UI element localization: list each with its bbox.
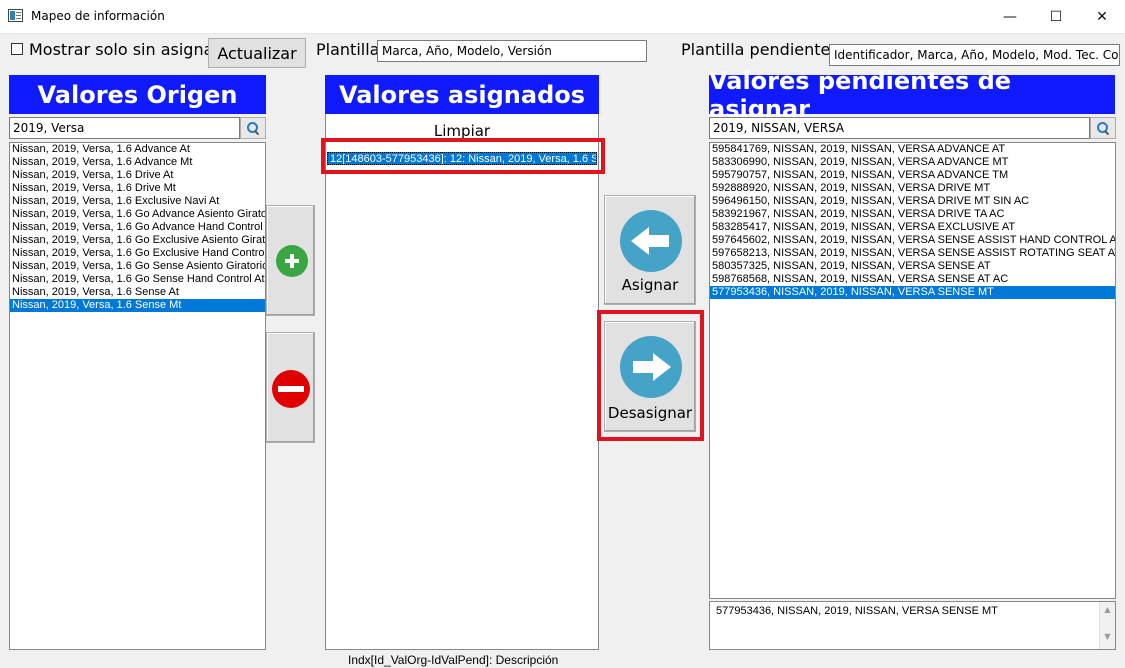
list-item[interactable]: Nissan, 2019, Versa, 1.6 Sense Mt: [10, 299, 265, 312]
list-item[interactable]: Nissan, 2019, Versa, 1.6 Go Sense Asient…: [10, 260, 265, 273]
origin-list[interactable]: Nissan, 2019, Versa, 1.6 Advance At Nissa…: [9, 142, 266, 650]
scroll-up-icon[interactable]: ▲: [1100, 605, 1115, 614]
pending-detail-text: 577953436, NISSAN, 2019, NISSAN, VERSA S…: [716, 605, 998, 617]
maximize-button[interactable]: ☐: [1033, 0, 1079, 34]
arrow-left-icon: [620, 210, 682, 272]
list-item[interactable]: 596496150, NISSAN, 2019, NISSAN, VERSA D…: [710, 195, 1115, 208]
origin-search-input[interactable]: 2019, Versa: [9, 117, 240, 139]
refresh-button[interactable]: Actualizar: [208, 38, 306, 68]
list-item[interactable]: Nissan, 2019, Versa, 1.6 Go Advance Hand…: [10, 221, 265, 234]
scroll-down-icon[interactable]: ▼: [1100, 632, 1115, 641]
pending-detail-box[interactable]: 577953436, NISSAN, 2019, NISSAN, VERSA S…: [709, 601, 1116, 650]
add-button[interactable]: [266, 205, 315, 316]
list-item[interactable]: 595790757, NISSAN, 2019, NISSAN, VERSA A…: [710, 169, 1115, 182]
list-item[interactable]: 583306990, NISSAN, 2019, NISSAN, VERSA A…: [710, 156, 1115, 169]
list-item[interactable]: Nissan, 2019, Versa, 1.6 Advance Mt: [10, 156, 265, 169]
arrow-right-icon: [620, 336, 682, 398]
assigned-list[interactable]: Limpiar: [325, 114, 599, 650]
list-item[interactable]: Nissan, 2019, Versa, 1.6 Advance At: [10, 143, 265, 156]
list-item[interactable]: 597645602, NISSAN, 2019, NISSAN, VERSA S…: [710, 234, 1115, 247]
list-item[interactable]: Nissan, 2019, Versa, 1.6 Go Sense Hand C…: [10, 273, 265, 286]
remove-button[interactable]: [266, 332, 315, 443]
list-item[interactable]: 583921967, NISSAN, 2019, NISSAN, VERSA D…: [710, 208, 1115, 221]
list-item[interactable]: 583285417, NISSAN, 2019, NISSAN, VERSA E…: [710, 221, 1115, 234]
list-item[interactable]: Nissan, 2019, Versa, 1.6 Go Exclusive As…: [10, 234, 265, 247]
close-button[interactable]: ✕: [1079, 0, 1125, 34]
window-title: Mapeo de información: [31, 9, 165, 23]
origin-search-button[interactable]: [240, 117, 266, 139]
pending-template-label: Plantilla pendientes:: [681, 40, 845, 59]
list-item[interactable]: Nissan, 2019, Versa, 1.6 Go Advance Asie…: [10, 208, 265, 221]
pending-search-input[interactable]: 2019, NISSAN, VERSA: [709, 117, 1090, 139]
unassign-label: Desasignar: [607, 404, 693, 422]
minus-icon: [272, 370, 310, 408]
list-item[interactable]: 577953436, NISSAN, 2019, NISSAN, VERSA S…: [710, 286, 1115, 299]
show-unassigned-label: Mostrar solo sin asignar: [29, 40, 220, 59]
detail-scrollbar[interactable]: ▲ ▼: [1099, 602, 1115, 649]
origin-header: Valores Origen: [9, 75, 266, 114]
pending-header: Valores pendientes de asignar: [709, 67, 1115, 123]
unassign-button[interactable]: Desasignar: [604, 321, 696, 432]
list-item[interactable]: 595841769, NISSAN, 2019, NISSAN, VERSA A…: [710, 143, 1115, 156]
pending-template-field[interactable]: Identificador, Marca, Año, Modelo, Mod. …: [829, 44, 1120, 66]
assigned-header: Valores asignados: [325, 75, 599, 114]
minimize-button[interactable]: —: [987, 0, 1033, 34]
search-icon: [247, 122, 259, 134]
list-item[interactable]: Nissan, 2019, Versa, 1.6 Sense At: [10, 286, 265, 299]
search-icon: [1097, 122, 1109, 134]
title-bar: Mapeo de información — ☐ ✕: [0, 0, 1125, 34]
list-item[interactable]: Nissan, 2019, Versa, 1.6 Drive At: [10, 169, 265, 182]
assigned-item[interactable]: 12[148603-577953436]: 12: Nissan, 2019, …: [327, 152, 597, 165]
template-label: Plantilla:: [316, 40, 385, 59]
plus-icon: [276, 245, 308, 277]
assign-button[interactable]: Asignar: [604, 195, 696, 305]
list-item[interactable]: Nissan, 2019, Versa, 1.6 Exclusive Navi …: [10, 195, 265, 208]
list-item[interactable]: Nissan, 2019, Versa, 1.6 Go Exclusive Ha…: [10, 247, 265, 260]
pending-search-button[interactable]: [1090, 117, 1116, 139]
pending-list[interactable]: 595841769, NISSAN, 2019, NISSAN, VERSA A…: [709, 142, 1116, 599]
list-item[interactable]: 592888920, NISSAN, 2019, NISSAN, VERSA D…: [710, 182, 1115, 195]
app-icon: [8, 9, 23, 22]
assign-label: Asignar: [621, 276, 679, 294]
show-unassigned-checkbox[interactable]: [11, 43, 23, 55]
list-item[interactable]: Nissan, 2019, Versa, 1.6 Drive Mt: [10, 182, 265, 195]
list-item[interactable]: 597658213, NISSAN, 2019, NISSAN, VERSA S…: [710, 247, 1115, 260]
assigned-format-label: Indx[Id_ValOrg-IdValPend]: Descripción: [348, 653, 559, 667]
list-item[interactable]: 580357325, NISSAN, 2019, NISSAN, VERSA S…: [710, 260, 1115, 273]
template-field[interactable]: Marca, Año, Modelo, Versión: [377, 40, 647, 62]
list-item[interactable]: 598768568, NISSAN, 2019, NISSAN, VERSA S…: [710, 273, 1115, 286]
